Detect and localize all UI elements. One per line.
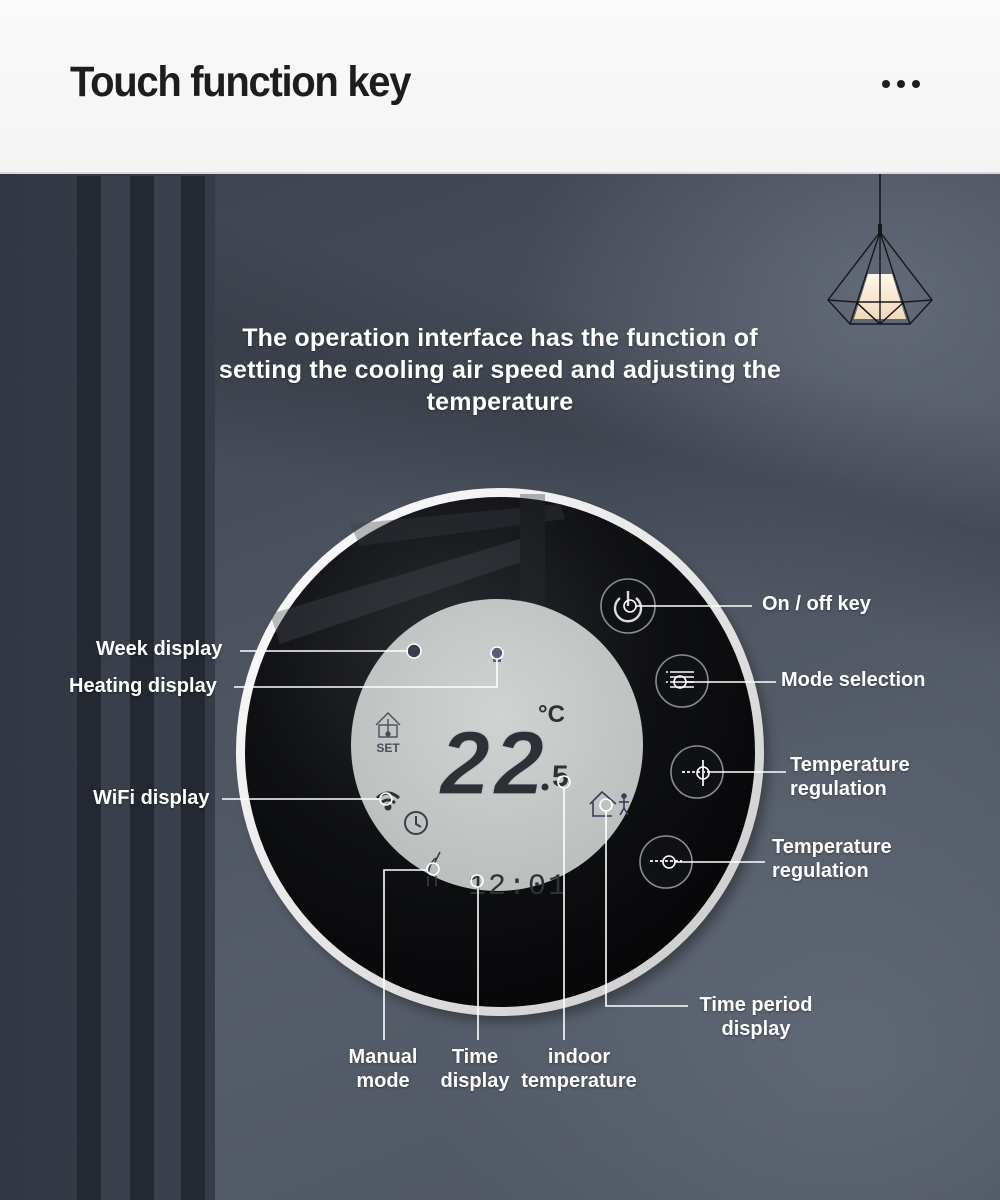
decimal-point	[541, 783, 549, 791]
callout-manual-mode: Manual mode	[340, 1045, 426, 1093]
callout-heating-display: Heating display	[69, 675, 217, 697]
callout-line: Time	[451, 1046, 499, 1068]
callout-line: Temperature	[772, 836, 892, 858]
callout-mode-selection: Mode selection	[781, 669, 926, 691]
callout-on-off-key: On / off key	[762, 593, 871, 615]
callout-time-display: Time display	[436, 1045, 514, 1093]
mode-key[interactable]	[655, 654, 709, 708]
callout-time-period: Time period display	[692, 993, 820, 1041]
set-label: SET	[376, 741, 400, 755]
callout-temperature-down: Temperature regulation	[772, 835, 892, 883]
callout-line: Time period	[699, 994, 813, 1016]
callout-temperature-up: Temperature regulation	[790, 753, 910, 801]
more-dot	[897, 80, 905, 88]
callout-week-display: Week display	[96, 638, 223, 660]
header-banner: Touch function key	[0, 0, 1000, 174]
product-scene: The operation interface has the function…	[0, 174, 1000, 1200]
page-title: Touch function key	[70, 58, 411, 106]
callout-line: display	[440, 1070, 510, 1092]
more-dot	[882, 80, 890, 88]
callout-line: regulation	[772, 860, 869, 882]
temperature-unit: °C	[538, 701, 565, 728]
callout-line: indoor	[547, 1046, 611, 1068]
callout-line: Manual	[348, 1046, 418, 1068]
callout-line: display	[721, 1018, 791, 1040]
temperature-integer: 22	[438, 714, 548, 814]
time-display: 12:01	[468, 870, 568, 904]
more-horizontal-icon[interactable]	[882, 80, 930, 96]
callout-indoor-temperature: indoor temperature	[514, 1045, 644, 1093]
callout-wifi-display: WiFi display	[93, 787, 210, 809]
callout-line: regulation	[790, 778, 887, 800]
callout-line: mode	[356, 1070, 410, 1092]
more-dot	[912, 80, 920, 88]
callout-line: temperature	[521, 1070, 637, 1092]
callout-line: Temperature	[790, 754, 910, 776]
